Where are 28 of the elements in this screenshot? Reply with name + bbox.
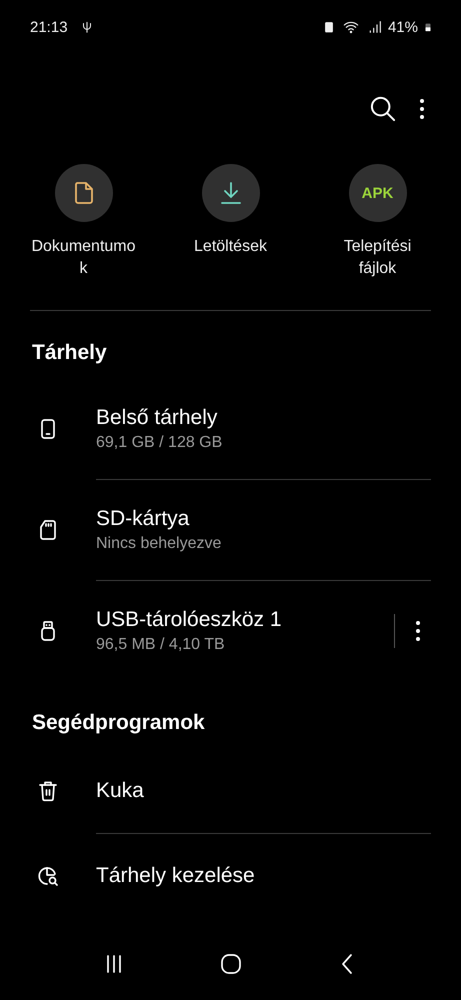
storage-name[interactable]: Belső tárhely [96,406,461,430]
utility-name[interactable]: Tárhely kezelése [96,864,255,888]
utility-name[interactable]: Kuka [96,779,144,803]
shortcut-button[interactable]: APK [348,164,406,222]
more-options-button[interactable] [419,97,425,121]
section-title: Tárhely [31,340,108,366]
battery-percentage: 41% [388,18,418,36]
storage-name[interactable]: SD-kártya [96,507,461,531]
storage-detail: 96,5 MB / 4,10 TB [96,636,226,654]
storage-detail: 69,1 GB / 128 GB [96,434,224,452]
apk-label: APK [362,184,394,202]
trash-icon [36,779,60,803]
storage-detail: Nincs behelyezve [96,535,222,553]
more-options-button[interactable] [415,619,421,643]
more-options-icon [415,619,421,643]
search-icon [369,95,397,123]
search-button[interactable] [369,95,397,123]
storage-analysis-icon [36,864,60,888]
section-title: Segédprogramok [31,710,206,736]
storage-name[interactable]: USB-tárolóeszköz 1 [96,608,394,632]
shortcut-label: Telepítési fájlok [342,237,412,279]
battery-saver-icon [322,19,335,35]
shortcut-label: Dokumentumok [30,237,137,279]
home-button[interactable] [218,952,242,976]
more-options-icon [419,97,425,121]
clock: 21:13 [30,18,68,36]
home-icon [218,952,242,976]
shortcut-label: Letöltések [193,237,268,257]
